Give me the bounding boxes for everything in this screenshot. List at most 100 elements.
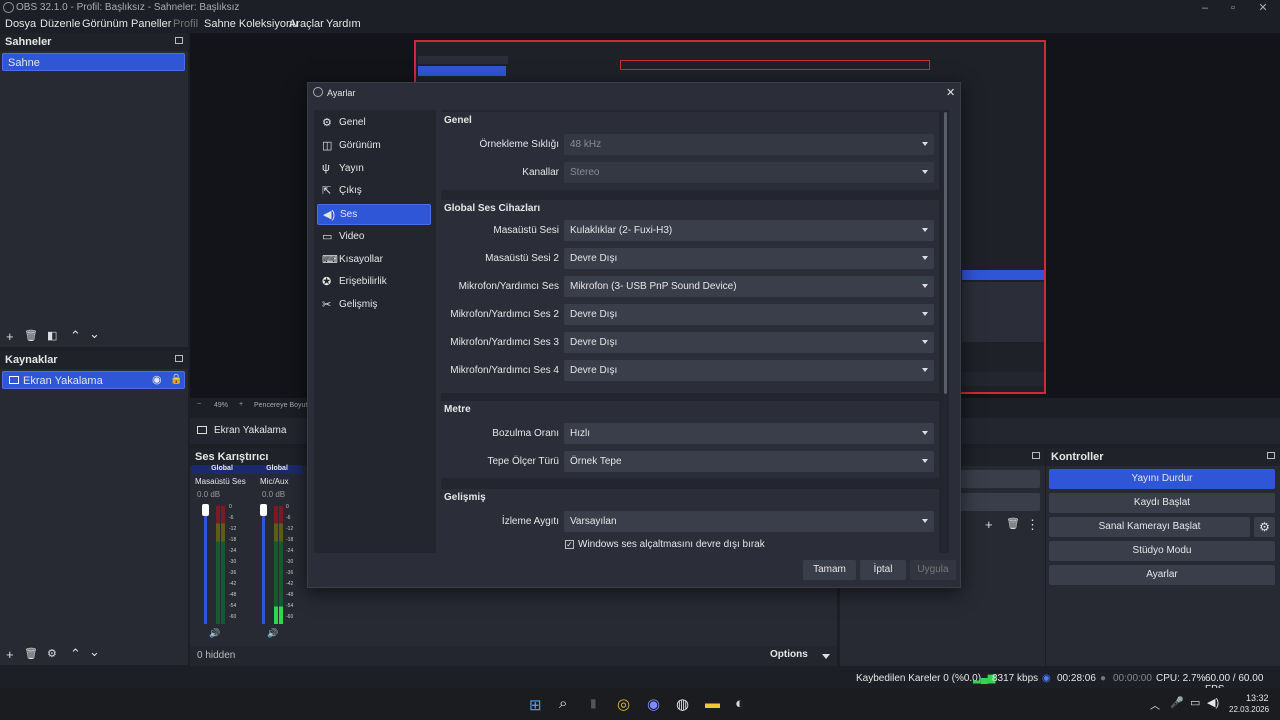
channel-name[interactable]: Masaüstü Ses [195,477,246,486]
transition-select[interactable] [960,470,1040,488]
undock-icon[interactable] [1267,452,1275,459]
discord-icon[interactable]: ◉ [647,695,660,713]
apply-button[interactable]: Uygula [910,560,956,580]
volume-slider-handle[interactable] [202,504,209,516]
sample-rate-select[interactable]: 48 kHz [564,134,934,155]
maximize-button[interactable]: ▫ [1218,0,1248,16]
mixer-footer: 0 hidden Options [190,646,837,666]
nav-kisayollar[interactable]: ⌨ Kısayollar [317,250,431,271]
mic-aux-4-select[interactable]: Devre Dışı [564,360,934,381]
select-value: Mikrofon (3- USB PnP Sound Device) [570,281,737,292]
nav-video[interactable]: ▭ Video [317,227,431,248]
menu-yardim[interactable]: Yardım [326,18,361,30]
volume-slider-handle[interactable] [260,504,267,516]
options-dropdown-icon[interactable] [822,654,830,659]
cancel-button[interactable]: İptal [860,560,906,580]
filters-icon[interactable]: ◧ [47,330,57,343]
virtual-camera-settings-icon[interactable]: ⚙ [1254,517,1275,537]
visibility-eye-icon[interactable]: ◉ [152,373,162,386]
chrome-icon[interactable]: ◎ [617,695,630,713]
desktop-audio-2-select[interactable]: Devre Dışı [564,248,934,269]
stop-stream-button[interactable]: Yayını Durdur [1049,469,1275,489]
peak-meter-select[interactable]: Örnek Tepe [564,451,934,472]
nav-gorunum[interactable]: ◫ Görünüm [317,136,431,157]
desktop-audio-select[interactable]: Kulaklıklar (2- Fuxi-H3) [564,220,934,241]
search-icon[interactable]: ⌕ [559,695,567,712]
volume-slider[interactable] [262,506,265,624]
undock-icon[interactable] [1032,452,1040,459]
remove-scene-icon[interactable]: 🗑 [24,330,38,343]
peak-meter-label: Tepe Ölçer Türü [487,456,559,467]
nested-preview-scenes [418,56,508,64]
device-label: Mikrofon/Yardımcı Ses 3 [450,337,559,348]
menu-duzenle[interactable]: Düzenle [40,18,80,30]
menu-profil[interactable]: Profil [173,18,198,30]
file-explorer-icon[interactable]: ▬ [705,695,720,712]
network-icon[interactable]: ▭ [1190,696,1200,709]
minimize-button[interactable]: – [1190,0,1220,16]
tray-chevron-icon[interactable]: ︿ [1150,697,1160,712]
move-down-icon[interactable]: ⌄ [89,327,100,340]
ducking-checkbox[interactable]: ✓ [565,540,574,549]
zoom-in-icon[interactable]: + [239,401,243,408]
options-button[interactable]: Options [770,649,808,660]
stream-icon: ◉ [1042,673,1051,684]
clock-time[interactable]: 13:32 [1246,693,1269,703]
appearance-icon: ◫ [322,140,333,152]
menu-araclar[interactable]: Araçlar [289,18,324,30]
ok-button[interactable]: Tamam [803,560,856,580]
lock-icon[interactable]: 🔒 [170,374,182,385]
monitoring-device-select[interactable]: Varsayılan [564,511,934,532]
decay-rate-select[interactable]: Hızlı [564,423,934,444]
scrollbar-thumb[interactable] [944,112,947,394]
window-close-button[interactable]: ✕ [1248,0,1278,16]
channel-name[interactable]: Mic/Aux [260,477,288,486]
nav-gelismis[interactable]: ✂ Gelişmiş [317,295,431,316]
start-virtual-camera-button[interactable]: Sanal Kamerayı Başlat [1049,517,1250,537]
mic-aux-select[interactable]: Mikrofon (3- USB PnP Sound Device) [564,276,934,297]
duration-input[interactable] [960,493,1040,511]
undock-icon[interactable] [175,355,183,362]
source-item[interactable]: Ekran Yakalama ◉ 🔒 [2,371,185,389]
menu-dosya[interactable]: Dosya [5,18,36,30]
select-value: Devre Dışı [570,309,618,320]
volume-icon[interactable]: ◀) [1207,696,1219,709]
windows-start-icon[interactable]: ⊞ [529,696,542,714]
steam-icon[interactable]: ◐ [735,695,744,712]
microphone-icon[interactable]: 🎤 [1170,696,1184,709]
mic-aux-2-select[interactable]: Devre Dışı [564,304,934,325]
nav-cikis[interactable]: ⇱ Çıkış [317,181,431,202]
channels-select[interactable]: Stereo [564,162,934,183]
menu-paneller[interactable]: Paneller [131,18,171,30]
add-scene-icon[interactable]: + [6,330,14,343]
monitor-icon: ▭ [322,231,333,243]
dialog-close-icon[interactable]: ✕ [946,86,955,99]
fit-to-window[interactable]: Pencereye Boyutla [254,402,313,409]
menu-gorunum[interactable]: Görünüm [82,18,128,30]
settings-content: Genel Örnekleme Sıklığı 48 kHz Kanallar … [441,110,949,553]
move-up-icon[interactable]: ⌃ [70,329,81,342]
obs-taskbar-icon[interactable]: ◍ [676,695,689,713]
mic-aux-3-select[interactable]: Devre Dışı [564,332,934,353]
select-value: Hızlı [570,428,590,439]
studio-mode-button[interactable]: Stüdyo Modu [1049,541,1275,561]
nav-ses[interactable]: ◀) Ses [317,204,431,225]
trash-icon[interactable]: ▮ [590,696,597,710]
settings-button[interactable]: Ayarlar [1049,565,1275,585]
undock-icon[interactable] [175,37,183,44]
nav-erisebilirlik[interactable]: ✪ Erişebilirlik [317,272,431,293]
remove-transition-icon[interactable]: 🗑 [1006,518,1020,531]
transition-menu-icon[interactable]: ⋮ [1026,518,1039,531]
start-recording-button[interactable]: Kaydı Başlat [1049,493,1275,513]
volume-slider[interactable] [204,506,207,624]
nav-yayin[interactable]: ψ Yayın [317,159,431,180]
mute-speaker-icon[interactable]: 🔊 [267,628,278,639]
scene-item[interactable]: Sahne [2,53,185,71]
add-transition-icon[interactable]: + [985,518,993,531]
mute-speaker-icon[interactable]: 🔊 [209,628,220,639]
select-value: Devre Dışı [570,253,618,264]
zoom-out-icon[interactable]: − [197,401,201,408]
nav-genel[interactable]: ⚙ Genel [317,113,431,134]
clock-date[interactable]: 22.03.2026 [1229,705,1269,714]
menu-sahne-koleksiyonu[interactable]: Sahne Koleksiyonu [204,18,298,30]
